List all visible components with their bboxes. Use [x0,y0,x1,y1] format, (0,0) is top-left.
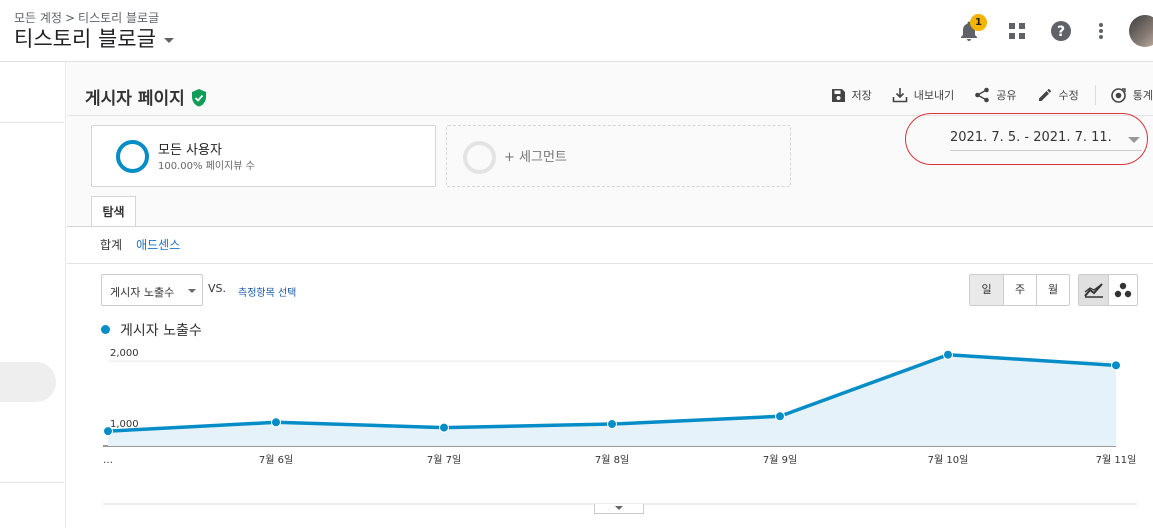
export-icon [892,88,908,103]
chart-expand-handle[interactable] [594,504,644,514]
area-chart: 1,0002,000… 7월 6일 7월 7일 7월 8일 7월 9일 7월 10일 7월 … [103,348,1137,505]
apps-button[interactable] [1001,14,1033,48]
save-button[interactable]: 저장 [831,87,872,103]
export-label: 내보내기 [913,89,955,102]
explore-panel: 합계 애드센스 게시자 노출수 VS. 측정항목 선택 일 주 월 게시자 노출수… [67,226,1153,528]
caret-down-icon [1128,137,1140,143]
report-header: 게시자 페이지 저장 내보내기 공유 수정 통계 [67,62,1153,116]
data-point [271,417,281,428]
add-segment-label: + 세그먼트 [504,150,567,165]
data-point [775,411,785,422]
segment-percentage: 100.00% 페이지뷰 수 [158,161,255,172]
date-range-text: 2021. 7. 5. - 2021. 7. 11. [950,130,1112,145]
data-point [1111,360,1121,371]
sidebar-divider [0,122,64,123]
sidebar-item-selected[interactable] [0,362,56,402]
x-tick-label: 7월 7일 [427,454,461,466]
empty-segment-ring-icon [463,141,496,174]
help-button[interactable]: ? [1045,14,1077,48]
verified-shield-icon [191,89,206,107]
date-range-underline [950,150,1142,151]
y-tick-label: 2,000 [110,348,139,359]
top-app-bar: 모든 계정 > 티스토리 블로글 티스토리 블로글 1 ? [0,0,1153,62]
series-area [108,354,1116,446]
edit-label: 수정 [1058,89,1079,102]
x-tick-label: 7월 8일 [595,454,629,466]
avatar[interactable] [1129,15,1153,47]
data-point [103,426,113,437]
segment-ring-icon [116,140,149,173]
sidebar-divider [0,482,64,483]
account-selector[interactable]: 티스토리 블로글 [14,23,174,53]
more-options-button[interactable] [1085,14,1117,48]
tab-explore[interactable]: 탐색 [91,196,136,227]
x-tick-label: 7월 11일 [1096,454,1137,466]
data-point [439,422,449,433]
share-icon [975,87,990,103]
edit-icon [1038,88,1051,101]
page-title: 게시자 페이지 [85,84,207,109]
export-button[interactable]: 내보내기 [892,87,954,103]
add-segment-button[interactable]: + 세그먼트 [446,125,791,187]
notifications-button[interactable]: 1 [953,14,987,48]
actions-divider [1094,85,1096,105]
notification-badge: 1 [970,14,987,31]
x-tick-label: 7월 9일 [763,454,797,466]
edit-button[interactable]: 수정 [1037,87,1079,103]
help-icon: ? [1051,21,1071,41]
left-sidebar [0,62,66,528]
report-actions: 저장 내보내기 공유 수정 통계 [817,84,1153,106]
report-main: 게시자 페이지 저장 내보내기 공유 수정 통계 모든 사용자 100.00% … [67,62,1153,528]
data-point [943,349,953,360]
apps-grid-icon [1009,23,1025,39]
caret-down-icon [163,37,174,43]
more-vert-icon [1099,23,1103,39]
account-title: 티스토리 블로글 [14,27,156,51]
data-point [607,419,617,430]
save-icon [831,88,845,102]
date-range-picker[interactable]: 2021. 7. 5. - 2021. 7. 11. [950,128,1140,156]
insights-button[interactable]: 통계 [1110,87,1153,104]
report-title-text: 게시자 페이지 [85,89,185,109]
segment-all-users[interactable]: 모든 사용자 100.00% 페이지뷰 수 [91,125,436,187]
insights-icon [1110,87,1126,103]
share-label: 공유 [996,89,1017,102]
insights-label: 통계 [1132,89,1153,102]
x-tick-label: 7월 6일 [259,454,293,466]
share-button[interactable]: 공유 [974,87,1017,103]
segment-name: 모든 사용자 [158,143,222,158]
x-tick-label: … [103,455,113,466]
x-tick-label: 7월 10일 [928,454,969,466]
save-label: 저장 [851,89,872,102]
svg-text:?: ? [1057,24,1065,40]
